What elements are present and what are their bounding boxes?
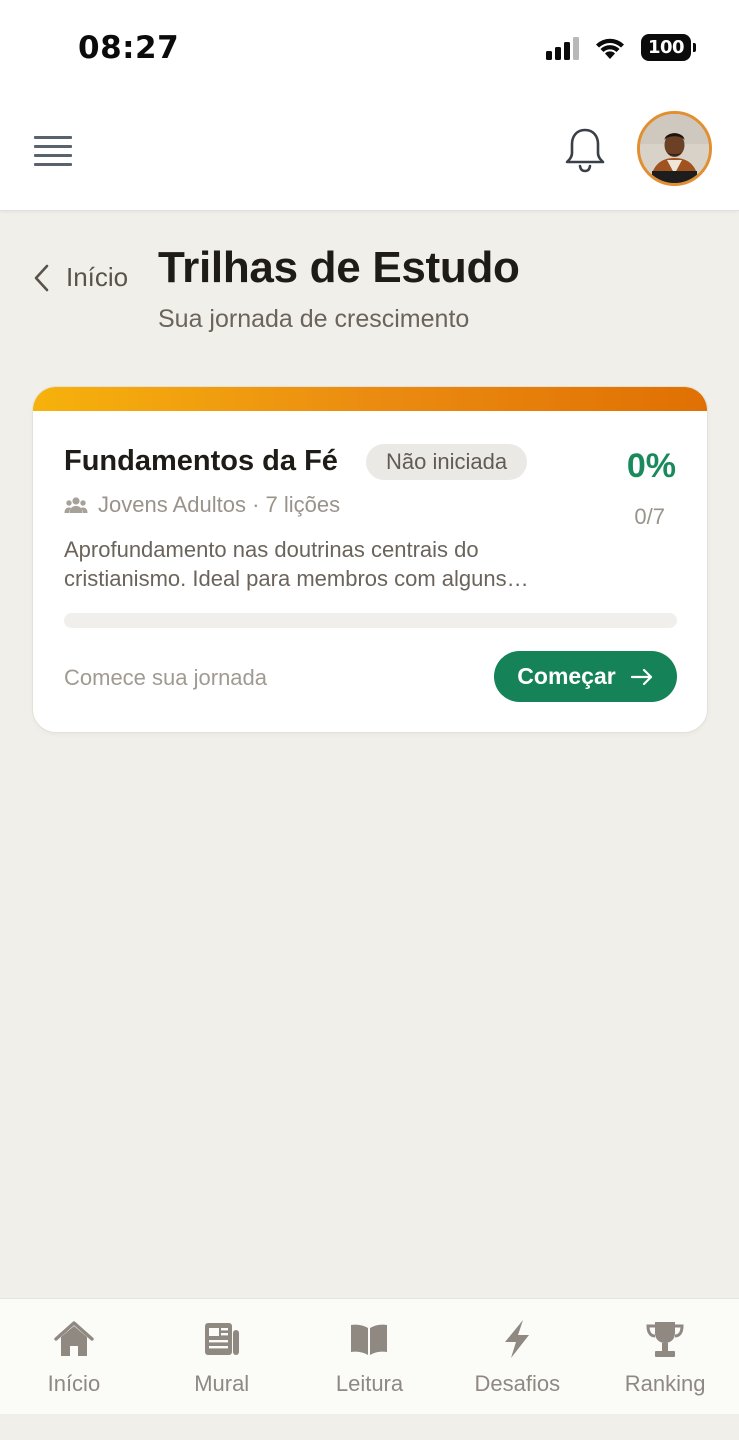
nav-item-inicio[interactable]: Início xyxy=(0,1299,148,1414)
chevron-left-icon xyxy=(34,264,49,291)
wifi-icon xyxy=(596,38,624,59)
status-badge: Não iniciada xyxy=(366,444,528,480)
card-description: Aprofundamento nas doutrinas centrais do… xyxy=(64,537,529,591)
nav-label: Mural xyxy=(194,1371,250,1396)
card-meta: Jovens Adultos · 7 lições xyxy=(64,492,340,518)
track-card[interactable]: Fundamentos da Fé Não iniciada 0% 0/7 Jo… xyxy=(32,386,708,733)
nav-label: Início xyxy=(47,1371,101,1396)
bottom-nav: Início Mural Leitura Desafios Ranking xyxy=(0,1298,739,1414)
newspaper-icon xyxy=(200,1317,244,1361)
bell-icon[interactable] xyxy=(562,126,608,174)
lightning-icon xyxy=(495,1317,539,1361)
card-title: Fundamentos da Fé xyxy=(64,445,338,477)
arrow-right-icon xyxy=(630,668,652,685)
status-bar: 08:27 100 xyxy=(0,0,739,98)
home-indicator-area xyxy=(0,1414,739,1440)
status-icons: 100 xyxy=(546,34,696,61)
progress-count: 0/7 xyxy=(634,504,665,529)
trophy-icon xyxy=(643,1317,687,1361)
nav-item-desafios[interactable]: Desafios xyxy=(443,1299,591,1414)
nav-item-ranking[interactable]: Ranking xyxy=(591,1299,739,1414)
start-button[interactable]: Começar xyxy=(494,651,677,702)
back-link-label: Início xyxy=(66,262,129,292)
card-accent-bar xyxy=(33,387,707,411)
book-icon xyxy=(347,1317,391,1361)
nav-label: Leitura xyxy=(335,1371,404,1396)
nav-item-mural[interactable]: Mural xyxy=(148,1299,296,1414)
nav-label: Ranking xyxy=(624,1371,706,1396)
back-link[interactable]: Início xyxy=(32,262,128,293)
page-subtitle: Sua jornada de crescimento xyxy=(158,305,470,333)
card-footer-text: Comece sua jornada xyxy=(64,665,268,690)
nav-label: Desafios xyxy=(474,1371,561,1396)
card-meta-text: Jovens Adultos · 7 lições xyxy=(98,492,341,517)
status-time: 08:27 xyxy=(78,30,180,66)
group-icon xyxy=(64,497,88,513)
app-bar xyxy=(0,98,739,211)
menu-icon[interactable] xyxy=(34,136,72,166)
battery-icon: 100 xyxy=(641,34,696,61)
avatar[interactable] xyxy=(637,111,712,186)
nav-item-leitura[interactable]: Leitura xyxy=(296,1299,444,1414)
start-button-label: Começar xyxy=(517,663,616,689)
progress-percent: 0% xyxy=(626,447,676,485)
progress-bar xyxy=(64,613,677,628)
page-title: Trilhas de Estudo xyxy=(158,243,520,292)
signal-icon xyxy=(546,36,579,60)
home-icon xyxy=(52,1317,96,1361)
